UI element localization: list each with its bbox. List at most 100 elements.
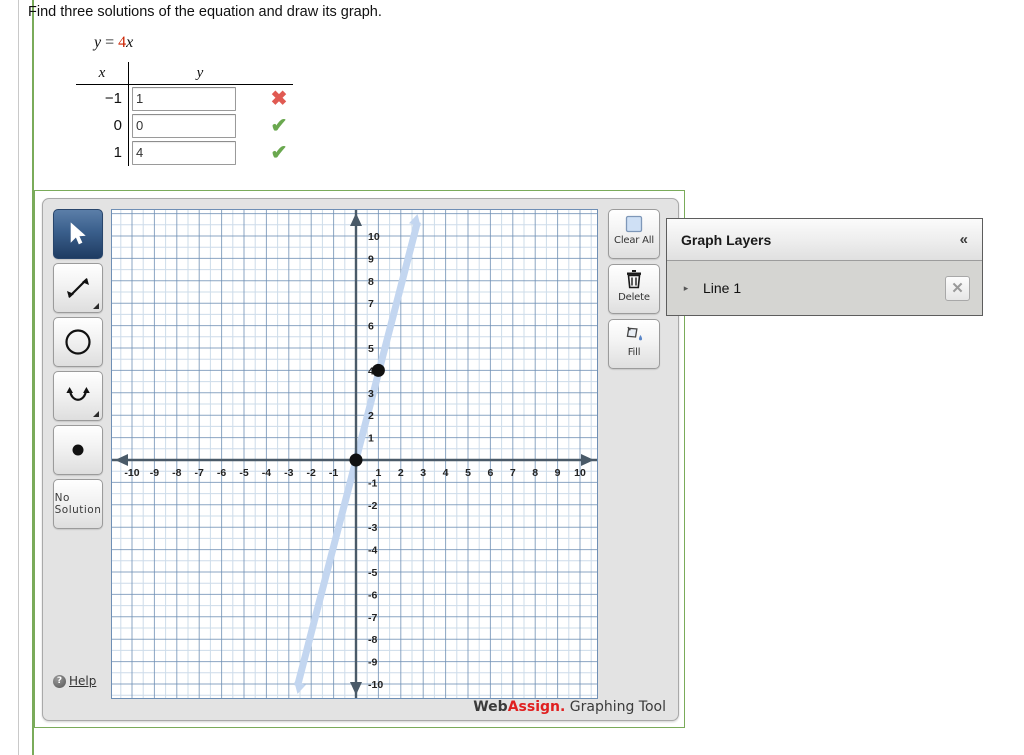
- cell-x-0: −1: [76, 84, 129, 112]
- svg-text:4: 4: [443, 467, 449, 479]
- dot-icon: [72, 444, 84, 456]
- expand-layer-icon[interactable]: ▸: [679, 283, 693, 294]
- double-arrow-icon: [67, 278, 89, 298]
- svg-text:-2: -2: [307, 467, 316, 479]
- svg-text:8: 8: [368, 276, 374, 288]
- point-tool-button[interactable]: [53, 425, 103, 475]
- svg-text:10: 10: [368, 231, 380, 243]
- svg-text:3: 3: [368, 388, 374, 400]
- equation-coefficient: 4: [118, 34, 127, 51]
- clear-all-button[interactable]: Clear All: [608, 209, 660, 259]
- cell-x-1: 0: [76, 112, 129, 139]
- layer-label: Line 1: [703, 280, 742, 296]
- svg-text:9: 9: [555, 467, 561, 479]
- svg-text:-10: -10: [368, 679, 383, 691]
- svg-text:-4: -4: [368, 545, 377, 557]
- svg-text:-4: -4: [262, 467, 271, 479]
- close-icon[interactable]: ✕: [945, 275, 970, 301]
- select-tool-button[interactable]: [53, 209, 103, 259]
- help-label: Help: [69, 674, 97, 688]
- table-row: 0 ✔: [76, 112, 293, 139]
- circle-tool-button[interactable]: [53, 317, 103, 367]
- svg-text:-1: -1: [329, 467, 338, 479]
- list-item[interactable]: ▸ Line 1 ✕: [667, 261, 982, 315]
- parabola-tool-button[interactable]: [53, 371, 103, 421]
- graph-layers-header: Graph Layers «: [667, 219, 982, 261]
- graphing-tool-panel: No Solution ? Help -10 -9 -8 -7 -6 -5 -4 -3 -2 -1 1…: [42, 198, 679, 721]
- svg-text:10: 10: [574, 467, 586, 479]
- cell-y-2: [129, 139, 266, 166]
- answer-input-1[interactable]: [132, 113, 236, 138]
- clear-all-label: Clear All: [614, 235, 654, 246]
- svg-text:8: 8: [532, 467, 538, 479]
- svg-text:-6: -6: [217, 467, 226, 479]
- equation-lhs: y: [94, 34, 102, 51]
- trash-icon: [627, 270, 641, 289]
- svg-text:7: 7: [368, 298, 374, 310]
- cell-y-1: [129, 112, 266, 139]
- circle-icon: [65, 329, 91, 355]
- equation-variable: x: [126, 34, 134, 51]
- svg-text:-2: -2: [368, 500, 377, 512]
- delete-button[interactable]: Delete: [608, 264, 660, 314]
- svg-text:-3: -3: [284, 467, 293, 479]
- svg-text:2: 2: [368, 410, 374, 422]
- svg-text:5: 5: [368, 343, 374, 355]
- column-header-x: x: [76, 62, 129, 85]
- svg-text:9: 9: [368, 253, 374, 265]
- table-row: 1 ✔: [76, 139, 293, 166]
- svg-text:-5: -5: [368, 567, 377, 579]
- graph-canvas[interactable]: -10 -9 -8 -7 -6 -5 -4 -3 -2 -1 1 2 3 4 5 6 7 8 9 10 10 9 8 7 6 5 4…: [111, 209, 598, 699]
- svg-text:2: 2: [398, 467, 404, 479]
- svg-text:-7: -7: [195, 467, 204, 479]
- svg-text:6: 6: [368, 321, 374, 333]
- paint-bucket-icon: [626, 326, 643, 341]
- table-row: −1 ✖: [76, 84, 293, 113]
- answer-input-2[interactable]: [132, 140, 236, 165]
- svg-text:1: 1: [368, 433, 374, 445]
- column-header-y: y: [128, 62, 265, 85]
- parabola-icon: [66, 387, 90, 401]
- delete-label: Delete: [618, 292, 650, 303]
- no-solution-label-line1: No Solution: [54, 492, 102, 516]
- svg-text:-3: -3: [368, 522, 377, 534]
- svg-text:-7: -7: [368, 612, 377, 624]
- svg-text:-6: -6: [368, 589, 377, 601]
- svg-text:-1: -1: [368, 477, 377, 489]
- page-left-rule: [18, 0, 19, 755]
- page-root: Find three solutions of the equation and…: [0, 0, 1024, 755]
- graph-plot-area[interactable]: -10 -9 -8 -7 -6 -5 -4 -3 -2 -1 1 2 3 4 5 6 7 8 9 1010987654…: [112, 210, 597, 698]
- solutions-table: x y −1 ✖ 0 ✔ 1: [76, 62, 293, 166]
- brand-tool-name: Graphing Tool: [565, 699, 666, 715]
- cell-y-0: [129, 85, 266, 113]
- status-mark-2: ✔: [270, 142, 288, 164]
- svg-text:-8: -8: [368, 634, 377, 646]
- collapse-panel-icon[interactable]: «: [960, 231, 968, 248]
- more-options-corner-icon: [93, 411, 99, 417]
- graph-layers-title: Graph Layers: [681, 231, 772, 248]
- drawing-tool-palette: No Solution: [53, 209, 103, 533]
- square-icon: [625, 215, 643, 233]
- more-options-corner-icon: [93, 303, 99, 309]
- question-circle-icon: ?: [53, 674, 66, 688]
- svg-text:-9: -9: [150, 467, 159, 479]
- svg-text:-10: -10: [124, 467, 139, 479]
- svg-text:3: 3: [420, 467, 426, 479]
- brand-assign: Assign.: [507, 699, 566, 715]
- equation-equals: =: [105, 34, 115, 51]
- webassign-brand: WebAssign. Graphing Tool: [473, 699, 666, 715]
- fill-button[interactable]: Fill: [608, 319, 660, 369]
- help-link[interactable]: ? Help: [53, 671, 103, 691]
- question-text: Find three solutions of the equation and…: [28, 4, 382, 20]
- cell-x-2: 1: [76, 139, 129, 166]
- status-mark-1: ✔: [270, 115, 288, 137]
- svg-text:-5: -5: [239, 467, 248, 479]
- svg-text:6: 6: [487, 467, 493, 479]
- line-tool-button[interactable]: [53, 263, 103, 313]
- fill-label: Fill: [627, 347, 641, 358]
- status-mark-0: ✖: [270, 88, 288, 110]
- no-solution-tool-button[interactable]: No Solution: [53, 479, 103, 529]
- table-header-row: x y: [76, 62, 293, 85]
- answer-input-0[interactable]: [132, 86, 236, 111]
- svg-text:5: 5: [465, 467, 471, 479]
